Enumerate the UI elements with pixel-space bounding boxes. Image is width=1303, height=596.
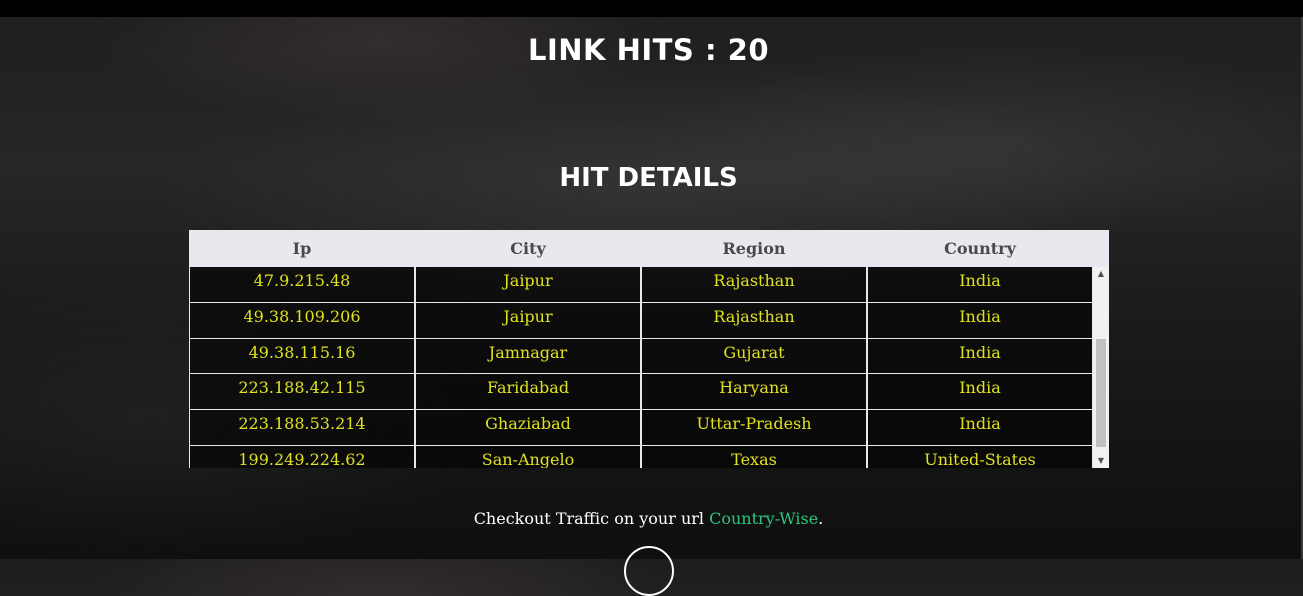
cell-region: Haryana [641, 374, 867, 411]
cell-country: India [867, 302, 1093, 339]
table-body[interactable]: 47.9.215.48 Jaipur Rajasthan India 49.38… [189, 267, 1093, 468]
link-hits-separator: : [704, 33, 718, 67]
cell-city: Jaipur [415, 267, 641, 303]
cell-region: Texas [641, 445, 867, 468]
cell-city: Jaipur [415, 302, 641, 339]
scrollbar-thumb[interactable] [1096, 339, 1106, 447]
scroll-down-circle-button[interactable] [624, 546, 674, 596]
cell-city: San-Angelo [415, 445, 641, 468]
cell-ip: 47.9.215.48 [189, 267, 415, 303]
cell-ip: 199.249.224.62 [189, 445, 415, 468]
table-row: 223.188.42.115 Faridabad Haryana India [189, 374, 1093, 411]
column-header-ip: Ip [292, 239, 312, 258]
link-hits-label: LINK HITS [527, 33, 695, 67]
traffic-note-text: Checkout Traffic on your url [473, 509, 705, 528]
cell-ip: 49.38.115.16 [189, 338, 415, 375]
table-row: 223.188.53.214 Ghaziabad Uttar-Pradesh I… [189, 410, 1093, 446]
cell-country: United-States [867, 445, 1093, 468]
cell-country: India [867, 410, 1093, 446]
country-wise-link[interactable]: Country-Wise [709, 509, 818, 528]
column-header-city: City [510, 239, 546, 258]
cell-city: Jamnagar [415, 338, 641, 375]
scroll-up-arrow-icon[interactable]: ▲ [1093, 267, 1109, 281]
traffic-note: Checkout Traffic on your url Country-Wis… [0, 509, 1297, 528]
table-scrollbar[interactable]: ▲ ▼ [1093, 267, 1109, 468]
link-hits-count: 20 [727, 33, 770, 67]
table-header: Ip City Region Country [189, 230, 1109, 267]
link-hits-heading: LINK HITS : 20 [0, 33, 1297, 67]
traffic-note-period: . [818, 509, 824, 528]
column-header-region: Region [722, 239, 786, 258]
browser-top-bar [0, 0, 1303, 17]
cell-country: India [867, 374, 1093, 411]
cell-region: Gujarat [641, 338, 867, 375]
cell-region: Uttar-Pradesh [641, 410, 867, 446]
cell-ip: 223.188.42.115 [189, 374, 415, 411]
hit-details-title: HIT DETAILS [559, 163, 738, 193]
cell-city: Ghaziabad [415, 410, 641, 446]
table-row: 49.38.109.206 Jaipur Rajasthan India [189, 302, 1093, 339]
cell-country: India [867, 267, 1093, 303]
table-row: 199.249.224.62 San-Angelo Texas United-S… [189, 445, 1093, 468]
hit-details-table: Ip City Region Country 47.9.215.48 Jaipu… [189, 230, 1109, 468]
table-row: 49.38.115.16 Jamnagar Gujarat India [189, 338, 1093, 375]
cell-region: Rajasthan [641, 267, 867, 303]
cell-region: Rajasthan [641, 302, 867, 339]
cell-city: Faridabad [415, 374, 641, 411]
column-header-country: Country [944, 239, 1016, 258]
table-row: 47.9.215.48 Jaipur Rajasthan India [189, 267, 1093, 303]
cell-ip: 49.38.109.206 [189, 302, 415, 339]
cell-ip: 223.188.53.214 [189, 410, 415, 446]
scroll-down-arrow-icon[interactable]: ▼ [1093, 454, 1109, 468]
cell-country: India [867, 338, 1093, 375]
